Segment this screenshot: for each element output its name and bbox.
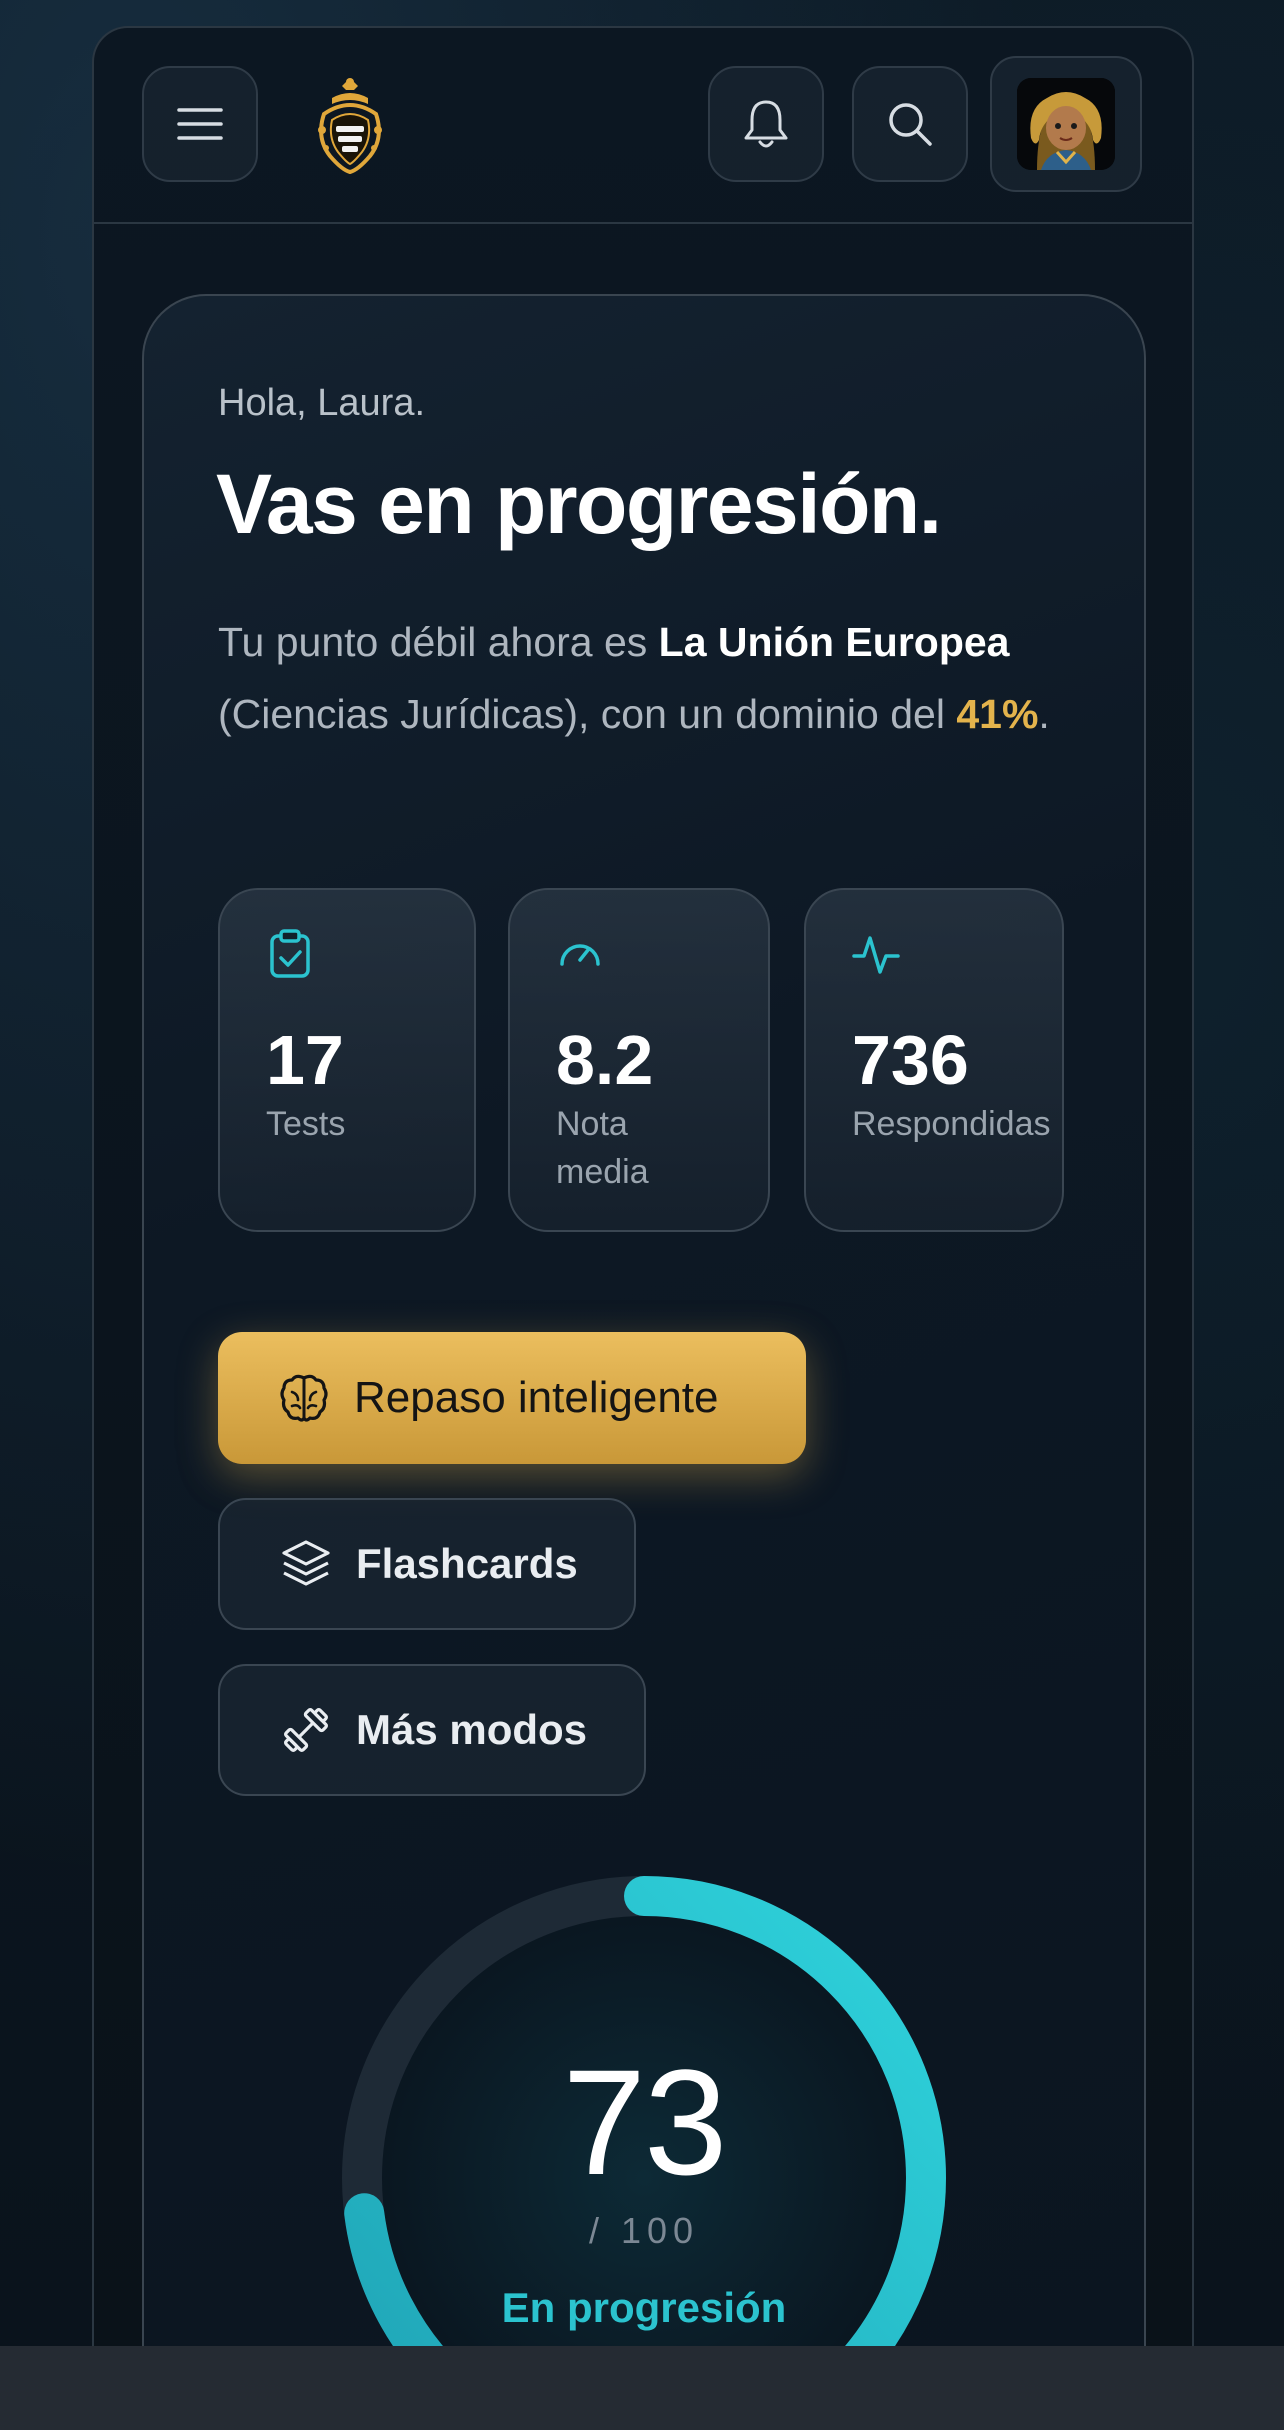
desc-suffix: .: [1038, 691, 1050, 737]
profile-button[interactable]: [990, 56, 1142, 192]
weak-point-description: Tu punto débil ahora es La Unión Europea…: [218, 606, 1098, 750]
stat-label: Tests: [266, 1105, 346, 1143]
search-icon: [889, 103, 932, 146]
hamburger-menu-icon: [177, 108, 223, 140]
stat-value: 8.2: [556, 1021, 654, 1099]
flashcards-button[interactable]: Flashcards: [218, 1498, 636, 1630]
weak-percent: 41%: [956, 691, 1039, 737]
score-status: En progresión: [501, 2284, 787, 2331]
desc-middle: (Ciencias Jurídicas), con un dominio del: [218, 691, 957, 737]
progress-hero-card: Hola, Laura. Vas en progresión. Tu punto…: [142, 294, 1146, 2346]
greeting: Hola, Laura.: [218, 382, 426, 424]
bottom-bar: [0, 2346, 1284, 2430]
user-avatar: [1017, 78, 1115, 170]
police-badge-logo: [318, 78, 382, 174]
activity-pulse-icon: [852, 936, 900, 974]
notifications-button[interactable]: [708, 66, 824, 182]
flashcards-label: Flashcards: [356, 1540, 578, 1587]
weak-topic: La Unión Europea: [658, 619, 1010, 665]
desc-prefix: Tu punto débil ahora es: [218, 619, 659, 665]
score-gauge: 73 / 100 En progresión: [338, 1872, 950, 2346]
gauge-icon: [560, 944, 600, 966]
app-frame: Hola, Laura. Vas en progresión. Tu punto…: [92, 26, 1194, 2346]
top-header: [94, 28, 1192, 224]
stat-label: Respondidas: [852, 1105, 1051, 1143]
more-modes-label: Más modos: [356, 1706, 588, 1753]
layers-icon: [282, 1540, 330, 1586]
stat-value: 17: [266, 1021, 344, 1099]
more-modes-button[interactable]: Más modos: [218, 1664, 646, 1796]
stat-card-answered: 736 Respondidas: [804, 888, 1064, 1232]
menu-button[interactable]: [142, 66, 258, 182]
stat-value: 736: [852, 1021, 969, 1099]
score-value: 73: [562, 2038, 728, 2206]
page-title: Vas en progresión.: [216, 457, 942, 551]
bell-icon: [744, 100, 788, 148]
clipboard-check-icon: [270, 929, 310, 978]
smart-review-button[interactable]: Repaso inteligente: [218, 1332, 806, 1464]
smart-review-label: Repaso inteligente: [354, 1373, 719, 1422]
dumbbell-icon: [284, 1708, 328, 1752]
stat-card-tests: 17 Tests: [218, 888, 476, 1232]
stat-card-average: 8.2 Nota media: [508, 888, 770, 1232]
search-button[interactable]: [852, 66, 968, 182]
stat-label: Nota media: [556, 1105, 649, 1191]
score-max: / 100: [588, 2210, 700, 2251]
brain-icon: [280, 1374, 328, 1422]
